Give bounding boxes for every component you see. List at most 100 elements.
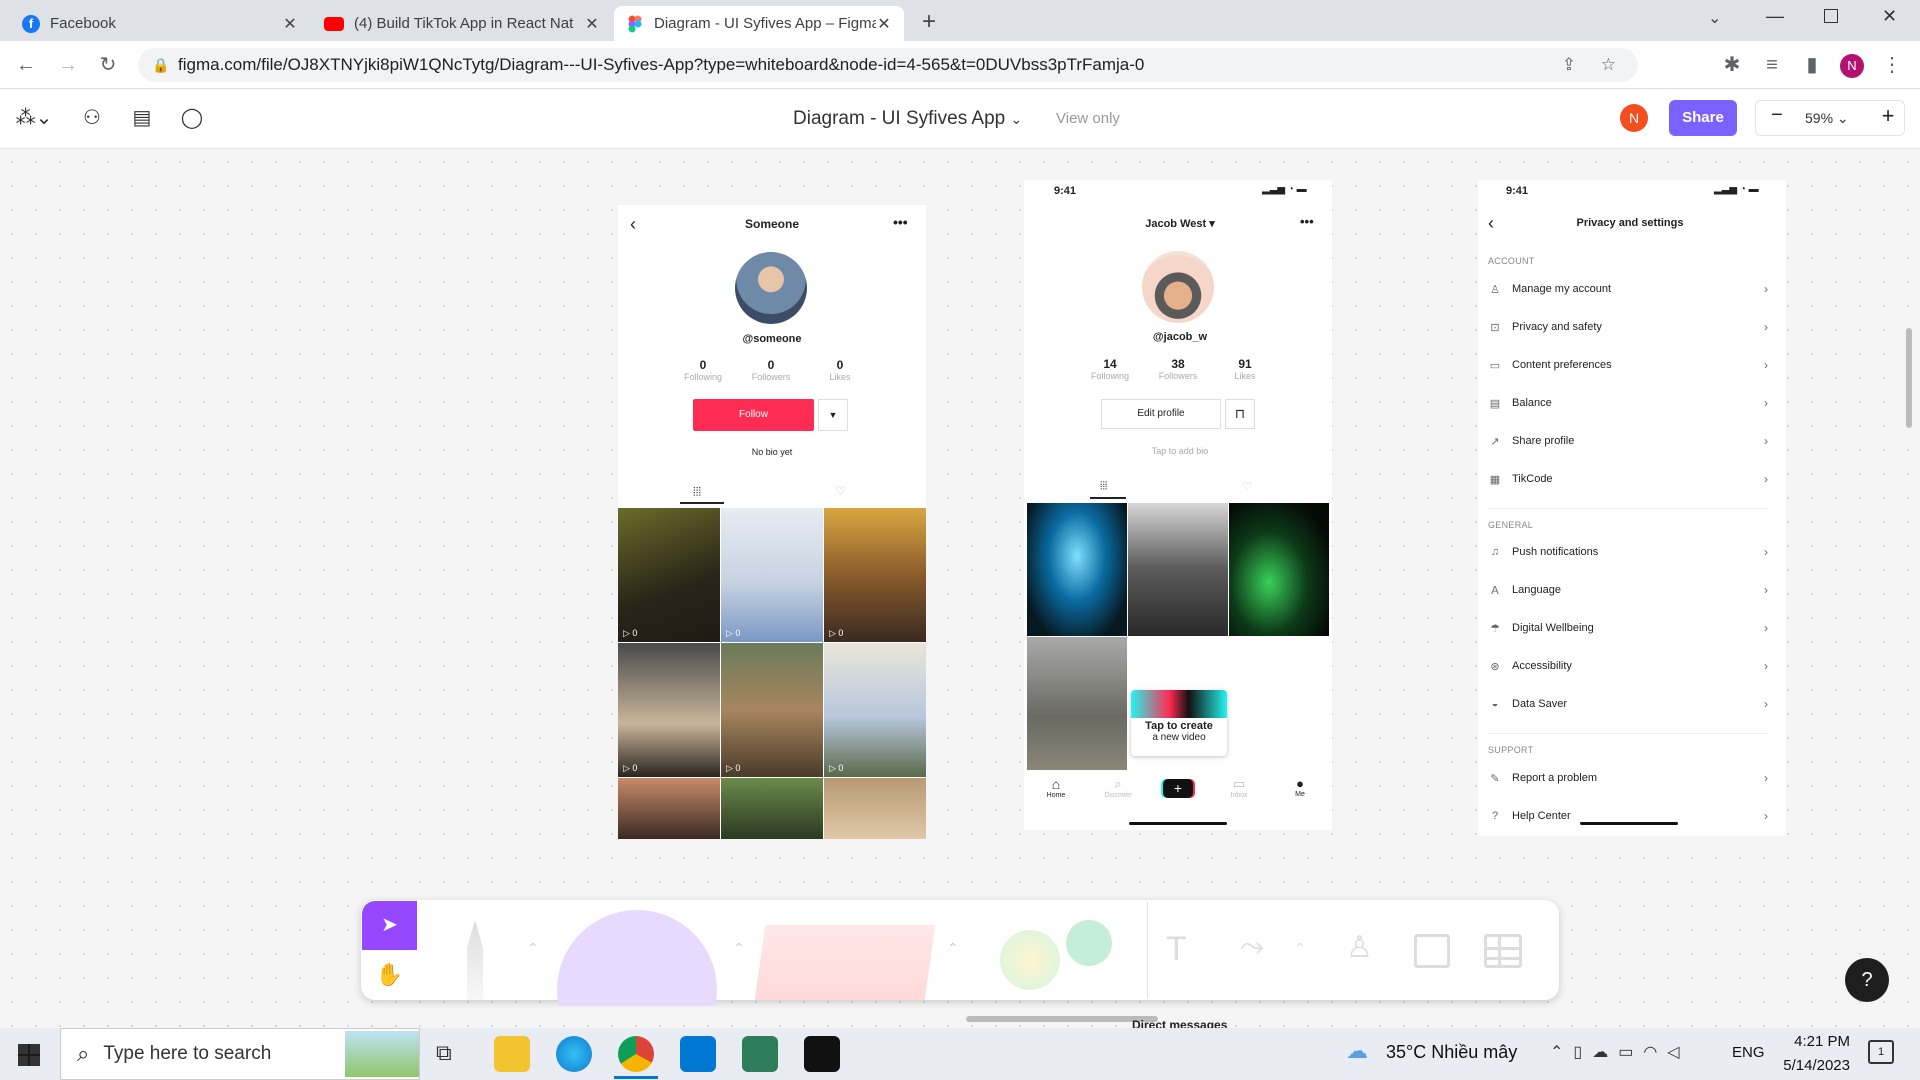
back-icon[interactable]: ‹: [630, 214, 636, 235]
system-tray-icons[interactable]: ⌃▯☁▭◠◁: [1550, 1042, 1690, 1062]
tab-youtube[interactable]: (4) Build TikTok App in React Nat ✕: [312, 6, 612, 41]
video-thumbnail[interactable]: ▷ 0: [618, 643, 720, 777]
share-page-icon[interactable]: ⇪: [1562, 48, 1576, 82]
video-thumbnail[interactable]: [721, 778, 823, 839]
video-thumbnail[interactable]: ▷ 0: [721, 643, 823, 777]
figma-menu-icon[interactable]: ⁂⌄: [14, 104, 54, 132]
video-thumbnail[interactable]: [1027, 503, 1127, 636]
bookmark-icon[interactable]: ⊓: [1225, 399, 1255, 429]
media-icon[interactable]: ≡: [1760, 53, 1784, 77]
nav-home[interactable]: ⌂ Home: [1044, 776, 1068, 799]
setting-push-notifications[interactable]: ♫ Push notifications ›: [1488, 542, 1768, 562]
vertical-scrollbar[interactable]: [1906, 328, 1912, 428]
video-thumbnail[interactable]: [1128, 503, 1228, 636]
back-icon[interactable]: ←: [14, 53, 38, 77]
sticky-note-tool-icon[interactable]: [754, 925, 936, 1000]
setting-privacy-safety[interactable]: ⊡ Privacy and safety ›: [1488, 317, 1768, 337]
close-tab-icon[interactable]: ✕: [282, 14, 298, 34]
file-title[interactable]: Diagram - UI Syfives App ⌄: [793, 108, 1022, 130]
stickers-tool-icon[interactable]: [1000, 930, 1060, 990]
text-tool-icon[interactable]: T: [1166, 930, 1187, 969]
liked-tab-icon[interactable]: ♡: [1242, 480, 1252, 493]
setting-accessibility[interactable]: ⊛ Accessibility ›: [1488, 656, 1768, 676]
stamp-tool-icon[interactable]: ♙: [1346, 930, 1373, 965]
weather-text[interactable]: 35°C Nhiều mây: [1386, 1042, 1517, 1063]
video-thumbnail[interactable]: [618, 778, 720, 839]
layout-icon[interactable]: ▤: [128, 104, 156, 132]
nav-discover[interactable]: ⌕ Discover: [1104, 776, 1132, 799]
nav-me[interactable]: ● Me: [1288, 776, 1312, 798]
video-thumbnail[interactable]: ▷ 0: [721, 508, 823, 642]
video-thumbnail[interactable]: [824, 778, 926, 839]
video-thumbnail[interactable]: [1027, 637, 1127, 770]
video-thumbnail[interactable]: ▷ 0: [618, 508, 720, 642]
profile-avatar[interactable]: N: [1840, 54, 1864, 78]
section-tool-icon[interactable]: [1414, 934, 1450, 968]
setting-balance[interactable]: ▤ Balance ›: [1488, 393, 1768, 413]
task-view-icon[interactable]: ⧉: [436, 1040, 452, 1066]
forward-icon[interactable]: →: [56, 53, 80, 77]
follow-button[interactable]: Follow: [693, 399, 814, 431]
back-icon[interactable]: ‹: [1488, 213, 1494, 234]
setting-tikcode[interactable]: ▦ TikCode ›: [1488, 469, 1768, 489]
side-panel-icon[interactable]: ▮: [1800, 53, 1824, 77]
chrome-icon[interactable]: [618, 1036, 654, 1072]
liked-tab-icon[interactable]: ♡: [835, 484, 846, 498]
video-thumbnail[interactable]: ▷ 0: [824, 508, 926, 642]
bookmark-star-icon[interactable]: ☆: [1601, 48, 1616, 82]
horizontal-scrollbar[interactable]: [966, 1016, 1158, 1022]
app-icon[interactable]: [742, 1036, 778, 1072]
address-bar[interactable]: 🔒 figma.com/file/OJ8XTNYjki8piW1QNcTytg/…: [138, 48, 1638, 82]
minimize-button[interactable]: —: [1766, 6, 1784, 27]
hand-tool-icon[interactable]: ✋: [362, 950, 417, 999]
video-thumbnail[interactable]: [1229, 503, 1329, 636]
extensions-icon[interactable]: ✱: [1720, 53, 1744, 77]
close-tab-icon[interactable]: ✕: [584, 14, 600, 34]
file-explorer-icon[interactable]: [494, 1036, 530, 1072]
close-window-button[interactable]: ✕: [1882, 6, 1897, 27]
assets-icon[interactable]: ⚇: [78, 104, 106, 132]
new-tab-button[interactable]: +: [922, 8, 936, 36]
help-button[interactable]: ?: [1845, 958, 1889, 1002]
setting-digital-wellbeing[interactable]: ☂ Digital Wellbeing ›: [1488, 618, 1768, 638]
grid-tab-icon[interactable]: ⦙⦙⦙: [693, 485, 701, 500]
setting-manage-account[interactable]: ♙ Manage my account ›: [1488, 279, 1768, 299]
share-button[interactable]: Share: [1669, 100, 1737, 136]
grid-tab-icon[interactable]: ⦙⦙⦙: [1100, 480, 1107, 493]
restore-button[interactable]: [1824, 9, 1838, 23]
create-video-tooltip[interactable]: Tap to create a new video: [1131, 690, 1227, 756]
chevron-up-icon[interactable]: ⌃: [733, 940, 745, 957]
dropdown-caret-icon[interactable]: ▼: [818, 399, 848, 431]
create-button[interactable]: +: [1163, 779, 1193, 798]
connector-tool-icon[interactable]: ⤳: [1240, 930, 1264, 964]
move-tool-icon[interactable]: ➤: [362, 901, 417, 950]
user-avatar[interactable]: N: [1620, 104, 1648, 132]
more-icon[interactable]: •••: [893, 214, 908, 230]
setting-share-profile[interactable]: ↗ Share profile ›: [1488, 431, 1768, 451]
setting-data-saver[interactable]: ◒ Data Saver ›: [1488, 694, 1768, 714]
vscode-icon[interactable]: [680, 1036, 716, 1072]
nav-inbox[interactable]: ▭ Inbox: [1226, 776, 1252, 799]
zoom-in-button[interactable]: +: [1873, 103, 1903, 129]
chevron-up-icon[interactable]: ⌃: [1294, 940, 1306, 957]
more-icon[interactable]: •••: [1300, 214, 1314, 229]
comment-icon[interactable]: ◯: [178, 104, 206, 132]
tab-search-icon[interactable]: ⌄: [1708, 8, 1721, 28]
setting-content-preferences[interactable]: ▭ Content preferences ›: [1488, 355, 1768, 375]
reload-icon[interactable]: ↻: [96, 53, 120, 77]
taskbar-search-box[interactable]: ⌕ Type here to search: [60, 1028, 420, 1080]
edge-icon[interactable]: [556, 1036, 592, 1072]
table-tool-icon[interactable]: [1484, 934, 1522, 968]
close-tab-icon[interactable]: ✕: [876, 14, 892, 34]
zoom-level[interactable]: 59% ⌄: [1805, 110, 1849, 127]
tab-facebook[interactable]: f Facebook ✕: [10, 6, 310, 41]
chevron-up-icon[interactable]: ⌃: [527, 940, 539, 957]
chevron-up-icon[interactable]: ⌃: [947, 940, 959, 957]
setting-language[interactable]: Ａ Language ›: [1488, 580, 1769, 600]
windows-start-icon[interactable]: [18, 1044, 40, 1066]
language-indicator[interactable]: ENG: [1732, 1044, 1765, 1061]
zoom-out-button[interactable]: −: [1762, 104, 1792, 127]
video-thumbnail[interactable]: ▷ 0: [824, 643, 926, 777]
notification-icon[interactable]: 1: [1868, 1040, 1894, 1064]
profile-title[interactable]: Jacob West ▾: [1120, 217, 1240, 230]
